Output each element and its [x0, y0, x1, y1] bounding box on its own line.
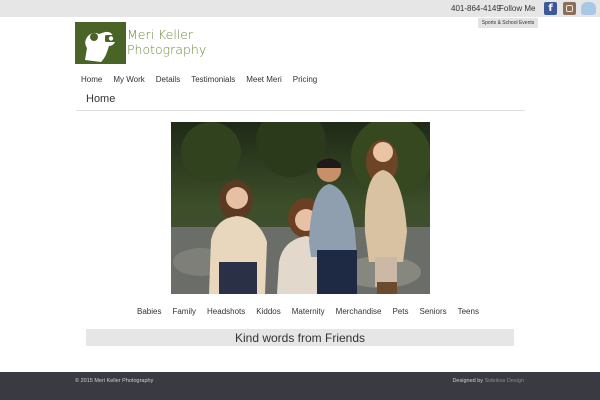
- facebook-icon[interactable]: f: [544, 2, 557, 15]
- nav-details[interactable]: Details: [156, 75, 180, 84]
- category-teens[interactable]: Teens: [458, 307, 479, 316]
- category-kiddos[interactable]: Kiddos: [256, 307, 280, 316]
- category-maternity[interactable]: Maternity: [292, 307, 325, 316]
- designed-by-label: Designed by: [452, 378, 484, 384]
- brand-line-2: Photography: [127, 42, 207, 57]
- nav-my-work[interactable]: My Work: [113, 75, 144, 84]
- hero-photo: [171, 122, 430, 294]
- main-nav: Home My Work Details Testimonials Meet M…: [81, 75, 328, 84]
- designed-by: Designed by Sideless Design: [452, 378, 524, 384]
- designer-link[interactable]: Sideless Design: [485, 378, 524, 384]
- page-title: Home: [86, 93, 116, 105]
- phone-number[interactable]: 401-864-4149: [451, 4, 501, 13]
- copyright-text: © 2015 Meri Keller Photography: [75, 378, 154, 384]
- category-pets[interactable]: Pets: [392, 307, 408, 316]
- brand-name: Meri Keller Photography: [127, 27, 206, 57]
- instagram-icon[interactable]: [563, 2, 576, 15]
- logo-icon[interactable]: [75, 22, 126, 64]
- category-headshots[interactable]: Headshots: [207, 307, 245, 316]
- nav-pricing[interactable]: Pricing: [293, 75, 317, 84]
- footer: © 2015 Meri Keller Photography Designed …: [0, 372, 600, 400]
- category-nav: Babies Family Headshots Kiddos Maternity…: [137, 307, 490, 316]
- kind-words-heading: Kind words from Friends: [86, 329, 514, 346]
- category-babies[interactable]: Babies: [137, 307, 161, 316]
- category-family[interactable]: Family: [172, 307, 196, 316]
- nav-home[interactable]: Home: [81, 75, 102, 84]
- page-header: Home: [76, 89, 525, 111]
- brand-line-1: Meri Keller: [127, 27, 194, 42]
- nav-meet-meri[interactable]: Meet Meri: [246, 75, 282, 84]
- follow-me-label: Follow Me: [499, 4, 536, 13]
- category-merchandise[interactable]: Merchandise: [336, 307, 382, 316]
- category-seniors[interactable]: Seniors: [419, 307, 446, 316]
- top-bar: 401-864-4149 Follow Me f: [0, 0, 600, 17]
- cloud-icon[interactable]: [581, 2, 596, 15]
- tooltip: Sports & School Events: [478, 18, 538, 28]
- nav-testimonials[interactable]: Testimonials: [191, 75, 235, 84]
